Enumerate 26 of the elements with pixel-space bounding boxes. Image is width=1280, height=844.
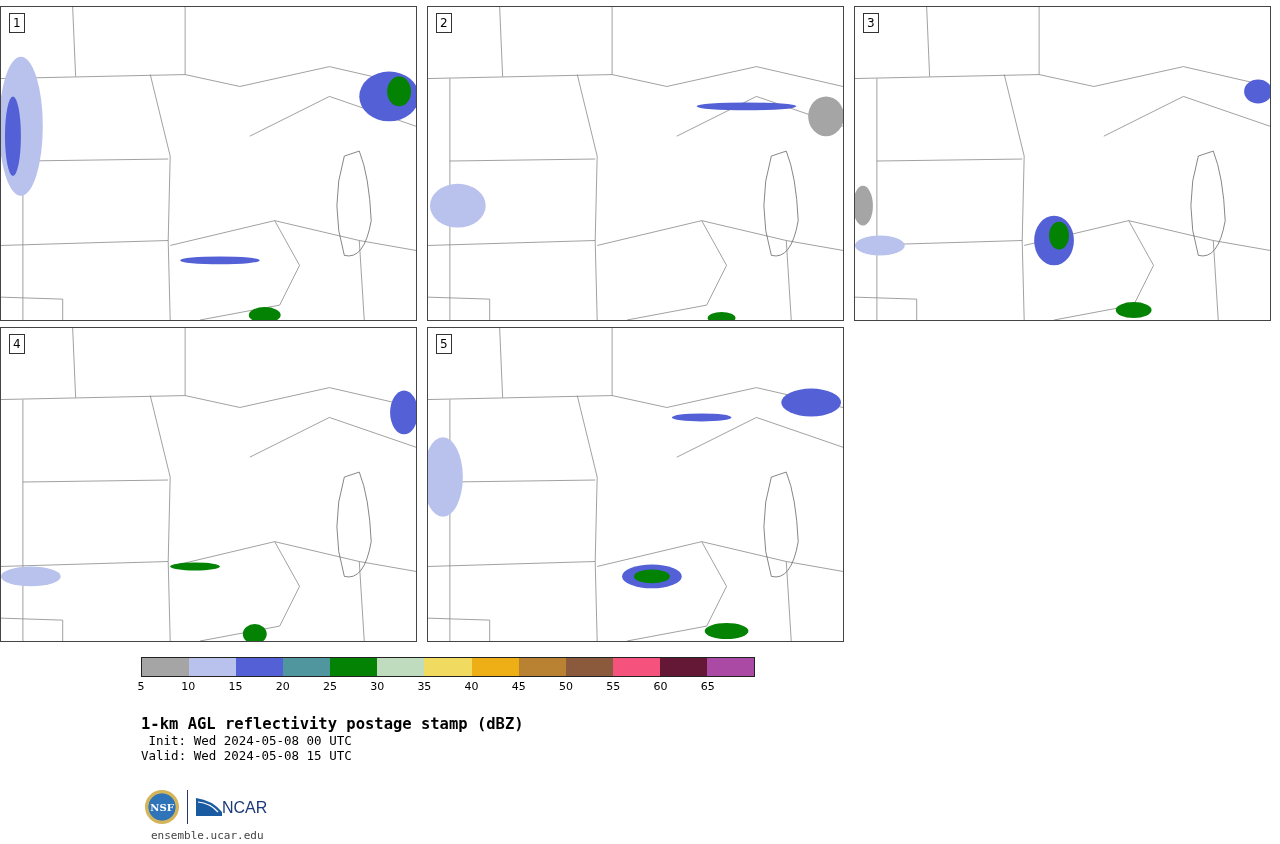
panel-number: 4: [9, 334, 25, 354]
panel-number: 5: [436, 334, 452, 354]
panel-number: 1: [9, 13, 25, 33]
time-value: Wed 2024-05-08 15 UTC: [193, 748, 352, 763]
figure-title: 1-km AGL reflectivity postage stamp (dBZ): [141, 715, 525, 733]
time-label: Valid:: [141, 748, 187, 763]
tick-label: 50: [559, 680, 574, 693]
tick-label: 5: [137, 680, 145, 693]
website-url: ensemble.ucar.edu: [151, 829, 265, 842]
tick-label: 65: [700, 680, 715, 693]
tick-label: 35: [417, 680, 432, 693]
tick-label: 60: [653, 680, 668, 693]
seal-logo: NSF: [145, 790, 179, 824]
tick-label: 10: [181, 680, 196, 693]
time-value: Wed 2024-05-08 00 UTC: [193, 733, 352, 748]
tick-label: 45: [511, 680, 526, 693]
tick-label: 20: [275, 680, 290, 693]
tick-label: 40: [464, 680, 479, 693]
tick-label: 15: [228, 680, 243, 693]
org-logo: NCAR: [196, 798, 268, 816]
panel-number: 3: [863, 13, 879, 33]
panel-number: 2: [436, 13, 452, 33]
tick-label: 55: [606, 680, 621, 693]
time-label: Init:: [147, 733, 187, 748]
tick-label: 30: [370, 680, 385, 693]
tick-label: 25: [322, 680, 337, 693]
